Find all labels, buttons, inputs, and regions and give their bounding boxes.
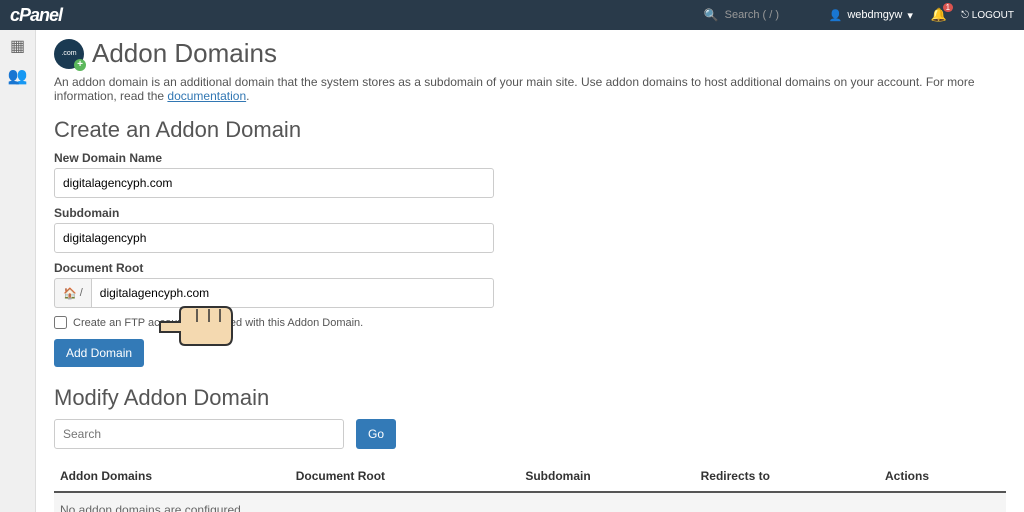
table-row-empty: No addon domains are configured. (54, 492, 1006, 512)
go-button[interactable]: Go (356, 419, 396, 449)
main-content: .com + Addon Domains An addon domain is … (36, 30, 1024, 512)
chevron-down-icon: ▾ (907, 9, 913, 22)
page-description: An addon domain is an additional domain … (54, 75, 1006, 103)
create-heading: Create an Addon Domain (54, 117, 1006, 143)
addon-domains-icon: .com + (54, 39, 84, 69)
col-subdomain: Subdomain (519, 461, 694, 492)
new-domain-input[interactable] (54, 168, 494, 198)
addon-domains-table: Addon Domains Document Root Subdomain Re… (54, 461, 1006, 512)
notification-badge: 1 (943, 3, 953, 12)
sidebar-item-users[interactable]: 👥 (8, 66, 28, 86)
empty-message: No addon domains are configured. (54, 492, 1006, 512)
documentation-link[interactable]: documentation (167, 89, 246, 103)
top-header: cPanel 🔍 👤 webdmgyw ▾ 🔔 1 ⎋ LOGOUT (0, 0, 1024, 30)
sidebar-item-apps[interactable]: ▦ (10, 36, 25, 56)
col-document-root: Document Root (290, 461, 520, 492)
home-icon: 🏠 (63, 287, 77, 300)
user-icon: 👤 (829, 9, 843, 22)
subdomain-label: Subdomain (54, 206, 1006, 220)
logout-button[interactable]: ⎋ LOGOUT (955, 10, 1014, 21)
col-actions: Actions (879, 461, 1006, 492)
new-domain-label: New Domain Name (54, 151, 1006, 165)
col-redirects-to: Redirects to (695, 461, 879, 492)
home-prefix: 🏠 / (54, 278, 91, 308)
page-title: Addon Domains (92, 38, 277, 69)
left-sidebar: ▦ 👥 (0, 30, 36, 512)
plus-icon: + (74, 59, 86, 71)
search-icon: 🔍 (704, 8, 719, 22)
col-addon-domains: Addon Domains (54, 461, 290, 492)
username-label: webdmgyw (847, 9, 902, 21)
logout-icon: ⎋ (961, 10, 969, 21)
search-input[interactable] (725, 9, 805, 21)
docroot-input[interactable] (91, 278, 494, 308)
ftp-checkbox[interactable] (54, 316, 67, 329)
docroot-label: Document Root (54, 261, 1006, 275)
add-domain-button[interactable]: Add Domain (54, 339, 144, 367)
subdomain-input[interactable] (54, 223, 494, 253)
user-menu-button[interactable]: 👤 webdmgyw ▾ (819, 9, 923, 22)
modify-search-input[interactable] (54, 419, 344, 449)
notifications-button[interactable]: 🔔 1 (923, 7, 955, 23)
header-search: 🔍 (704, 8, 805, 22)
ftp-checkbox-label: Create an FTP account associated with th… (73, 317, 363, 329)
modify-heading: Modify Addon Domain (54, 385, 1006, 411)
cpanel-logo: cPanel (10, 5, 62, 26)
